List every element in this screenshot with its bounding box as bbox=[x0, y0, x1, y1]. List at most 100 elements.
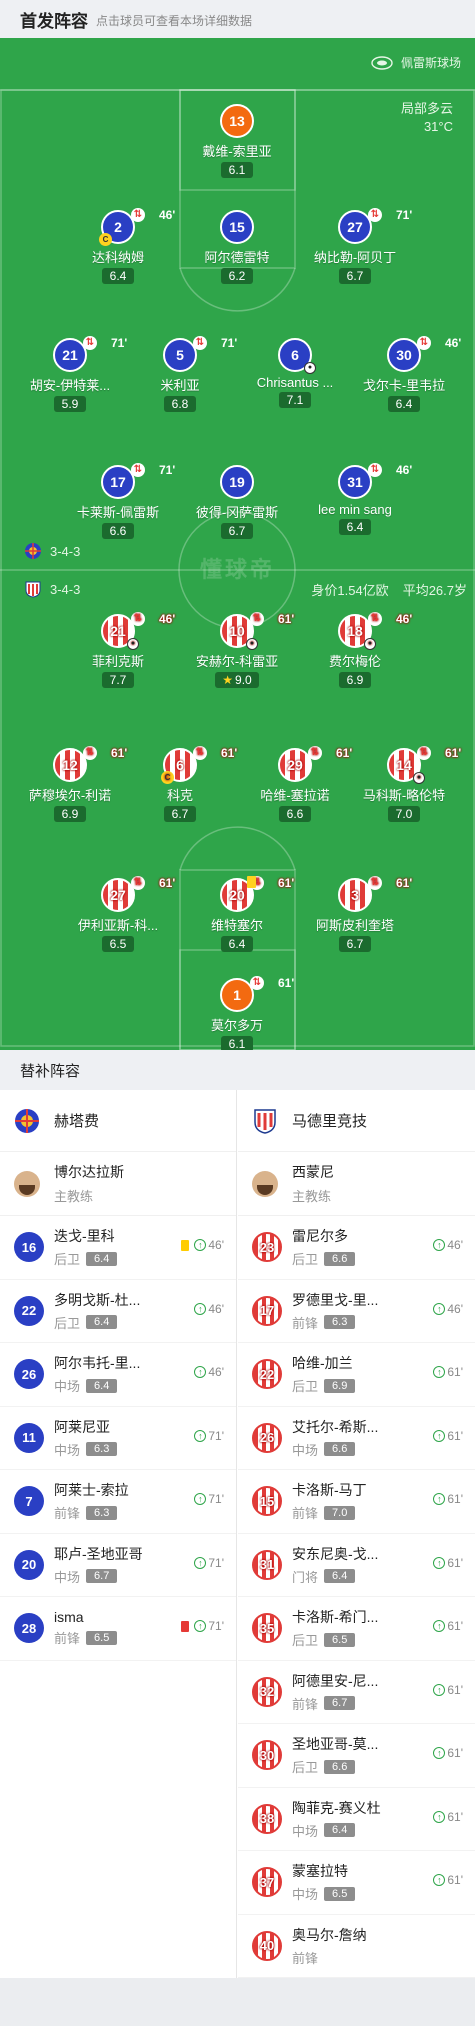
shirt-number: 40 bbox=[252, 1930, 282, 1961]
player-position: 中场 bbox=[292, 1887, 319, 1903]
substitution-icon: ⇅ bbox=[193, 746, 207, 760]
pitch-player[interactable]: 14 ⇅ 61' ● 马科斯-略伦特 7.0 bbox=[344, 746, 464, 823]
pitch-player[interactable]: 13 戴维-索里亚 6.1 bbox=[177, 104, 297, 179]
pitch-player[interactable]: 1 ⇅ 61' 莫尔多万 6.1 bbox=[177, 976, 297, 1050]
substitution-icon: ⇅ bbox=[417, 336, 431, 350]
pitch-player[interactable]: 27 ⇅ 61' 伊利亚斯-科... 6.5 bbox=[58, 876, 178, 953]
player-rating: 6.5 bbox=[102, 936, 134, 952]
lineup-header: 首发阵容 点击球员可查看本场详细数据 bbox=[0, 0, 475, 38]
pitch-player[interactable]: 31 ⇅ 46' lee min sang 6.4 bbox=[295, 463, 415, 536]
pitch-player[interactable]: 6 ● Chrisantus ... 7.1 bbox=[235, 338, 355, 409]
pitch-player[interactable]: 30 ⇅ 46' 戈尔卡-里韦拉 6.4 bbox=[344, 336, 464, 413]
sub-in-minute: 61' bbox=[447, 1492, 463, 1506]
sub-in-arrow-icon: ↑ bbox=[194, 1239, 207, 1251]
player-rating: 6.1 bbox=[221, 162, 253, 178]
pitch-player[interactable]: 17 ⇅ 71' 卡莱斯-佩雷斯 6.6 bbox=[58, 463, 178, 540]
sub-player-row[interactable]: 35 卡洛斯-希门... 后卫 6.5 ↑ 61' bbox=[238, 1597, 475, 1661]
player-position: 前锋 bbox=[54, 1506, 81, 1522]
player-rating: 6.3 bbox=[86, 1505, 118, 1520]
shirt-number: 30 bbox=[252, 1740, 282, 1771]
home-coach[interactable]: 博尔达拉斯 主教练 bbox=[0, 1152, 236, 1216]
sub-player-row[interactable]: 26 阿尔韦托-里... 中场 6.4 ↑ 46' bbox=[0, 1343, 236, 1407]
player-position: 前锋 bbox=[54, 1631, 81, 1647]
sub-in-arrow-icon: ↑ bbox=[433, 1874, 446, 1886]
pitch-player[interactable]: 5 ⇅ 71' 米利亚 6.8 bbox=[120, 336, 240, 413]
player-rating: 6.4 bbox=[86, 1251, 118, 1266]
goal-ball-icon: ● bbox=[413, 772, 425, 784]
sub-in-time: ↑ 61' bbox=[433, 1619, 463, 1633]
pitch-player[interactable]: 27 ⇅ 71' 纳比勒-阿贝丁 6.7 bbox=[295, 208, 415, 285]
sub-in-arrow-icon: ↑ bbox=[433, 1239, 446, 1251]
home-team-header[interactable]: 赫塔费 bbox=[0, 1090, 236, 1152]
substitution-icon: ⇅ bbox=[250, 976, 264, 990]
shirt-number: 30 ⇅ 46' bbox=[387, 336, 461, 372]
substitution-icon: ⇅ bbox=[131, 612, 145, 626]
sub-player-row[interactable]: 7 阿莱士-索拉 前锋 6.3 ↑ 71' bbox=[0, 1470, 236, 1534]
sub-in-arrow-icon: ↑ bbox=[194, 1429, 207, 1442]
player-position: 后卫 bbox=[292, 1252, 319, 1268]
player-name: 阿尔德雷特 bbox=[204, 250, 270, 265]
pitch-player[interactable]: 21 ⇅ 71' 胡安-伊特莱... 5.9 bbox=[10, 336, 130, 413]
pitch-player[interactable]: 2 ⇅ 46' C 达科纳姆 6.4 bbox=[58, 208, 178, 285]
away-formation-text: 3-4-3 bbox=[50, 581, 81, 597]
pitch-player[interactable]: 3 ⇅ 61' 阿斯皮利奎塔 6.7 bbox=[295, 876, 415, 953]
away-coach[interactable]: 西蒙尼 主教练 bbox=[238, 1152, 475, 1216]
player-rating: 6.4 bbox=[86, 1315, 118, 1330]
pitch-player[interactable]: 29 ⇅ 61' 哈维-塞拉诺 6.6 bbox=[235, 746, 355, 823]
venue: 佩雷斯球场 bbox=[371, 54, 461, 71]
player-position: 中场 bbox=[292, 1442, 319, 1458]
sub-in-time: ↑ 61' bbox=[433, 1556, 463, 1570]
player-name: 雷尼尔多 bbox=[292, 1228, 348, 1245]
weather-text: 局部多云 bbox=[400, 101, 453, 116]
sub-player-row[interactable]: 11 阿莱尼亚 中场 6.3 ↑ 71' bbox=[0, 1407, 236, 1470]
getafe-badge-icon bbox=[25, 543, 41, 559]
substitution-time: 61' bbox=[278, 612, 295, 626]
sub-player-row[interactable]: 37 蒙塞拉特 中场 6.5 ↑ 61' bbox=[238, 1851, 475, 1915]
player-name: 费尔梅伦 bbox=[328, 654, 381, 669]
sub-player-row[interactable]: 17 罗德里戈-里... 前锋 6.3 ↑ 46' bbox=[238, 1280, 475, 1343]
player-rating: 6.4 bbox=[102, 268, 134, 284]
sub-player-row[interactable]: 28 isma 前锋 6.5 ↑ 71' bbox=[0, 1597, 236, 1661]
sub-player-row[interactable]: 22 哈维-加兰 后卫 6.9 ↑ 61' bbox=[238, 1343, 475, 1407]
pitch-player[interactable]: 6 ⇅ 61' C 科克 6.7 bbox=[120, 746, 240, 823]
pitch-player[interactable]: 19 彼得-冈萨雷斯 6.7 bbox=[177, 465, 297, 540]
sub-player-row[interactable]: 26 艾托尔-希斯... 中场 6.6 ↑ 61' bbox=[238, 1407, 475, 1470]
player-rating: 6.4 bbox=[388, 396, 420, 412]
home-coach-role: 主教练 bbox=[54, 1189, 94, 1204]
pitch-player[interactable]: 12 ⇅ 61' 萨穆埃尔-利诺 6.9 bbox=[10, 746, 130, 823]
player-position: 前锋 bbox=[292, 1506, 319, 1522]
pitch-player[interactable]: 10 ⇅ 61' ● 安赫尔-科雷亚 ★ 9.0 bbox=[177, 612, 297, 689]
shirt-number: 23 bbox=[252, 1232, 282, 1263]
sub-player-row[interactable]: 38 陶菲克-赛义杜 中场 6.4 ↑ 61' bbox=[238, 1788, 475, 1851]
shirt-number: 2 ⇅ 46' C bbox=[99, 208, 175, 246]
sub-player-row[interactable]: 15 卡洛斯-马丁 前锋 7.0 ↑ 61' bbox=[238, 1470, 475, 1534]
sub-player-row[interactable]: 30 圣地亚哥-莫... 后卫 6.6 ↑ 61' bbox=[238, 1724, 475, 1788]
shirt-number: 26 bbox=[252, 1422, 282, 1453]
sub-player-row[interactable]: 40 奥马尔-詹纳 前锋 bbox=[238, 1915, 475, 1978]
pitch-player[interactable]: 21 ⇅ 46' ● 菲利克斯 7.7 bbox=[58, 612, 178, 689]
player-name: 圣地亚哥-莫... bbox=[292, 1736, 379, 1753]
sub-player-row[interactable]: 20 耶卢-圣地亚哥 中场 6.7 ↑ 71' bbox=[0, 1534, 236, 1597]
player-name: 马科斯-略伦特 bbox=[362, 788, 446, 803]
substitution-icon: ⇅ bbox=[131, 208, 145, 222]
sub-player-row[interactable]: 31 安东尼奥-戈... 门将 6.4 ↑ 61' bbox=[238, 1534, 475, 1597]
pitch-player[interactable]: 15 阿尔德雷特 6.2 bbox=[177, 210, 297, 285]
shirt-number: 15 bbox=[220, 210, 254, 244]
shirt-number: 37 bbox=[252, 1867, 282, 1898]
player-name: 阿莱士-索拉 bbox=[54, 1482, 129, 1499]
sub-player-row[interactable]: 23 雷尼尔多 后卫 6.6 ↑ 46' bbox=[238, 1216, 475, 1280]
sub-player-row[interactable]: 16 迭戈-里科 后卫 6.4 ↑ 46' bbox=[0, 1216, 236, 1280]
sub-player-row[interactable]: 32 阿德里安-尼... 前锋 6.7 ↑ 61' bbox=[238, 1661, 475, 1724]
sub-in-minute: 46' bbox=[208, 1365, 224, 1379]
player-rating: 6.7 bbox=[164, 806, 196, 822]
pitch-player[interactable]: 20 ⇅ 61' 维特塞尔 6.4 bbox=[177, 876, 297, 953]
yellow-card-icon bbox=[247, 876, 256, 888]
player-position: 后卫 bbox=[54, 1252, 81, 1268]
sub-player-row[interactable]: 22 多明戈斯-杜... 后卫 6.4 ↑ 46' bbox=[0, 1280, 236, 1343]
team-value: 身价1.54亿欧 bbox=[311, 583, 389, 598]
sub-in-time: ↑ 46' bbox=[194, 1302, 224, 1316]
away-team-header[interactable]: 马德里竞技 bbox=[238, 1090, 475, 1152]
pitch-player[interactable]: 18 ⇅ 46' ● 费尔梅伦 6.9 bbox=[295, 612, 415, 689]
star-icon: ★ bbox=[222, 673, 234, 687]
player-rating: 6.7 bbox=[86, 1569, 118, 1584]
